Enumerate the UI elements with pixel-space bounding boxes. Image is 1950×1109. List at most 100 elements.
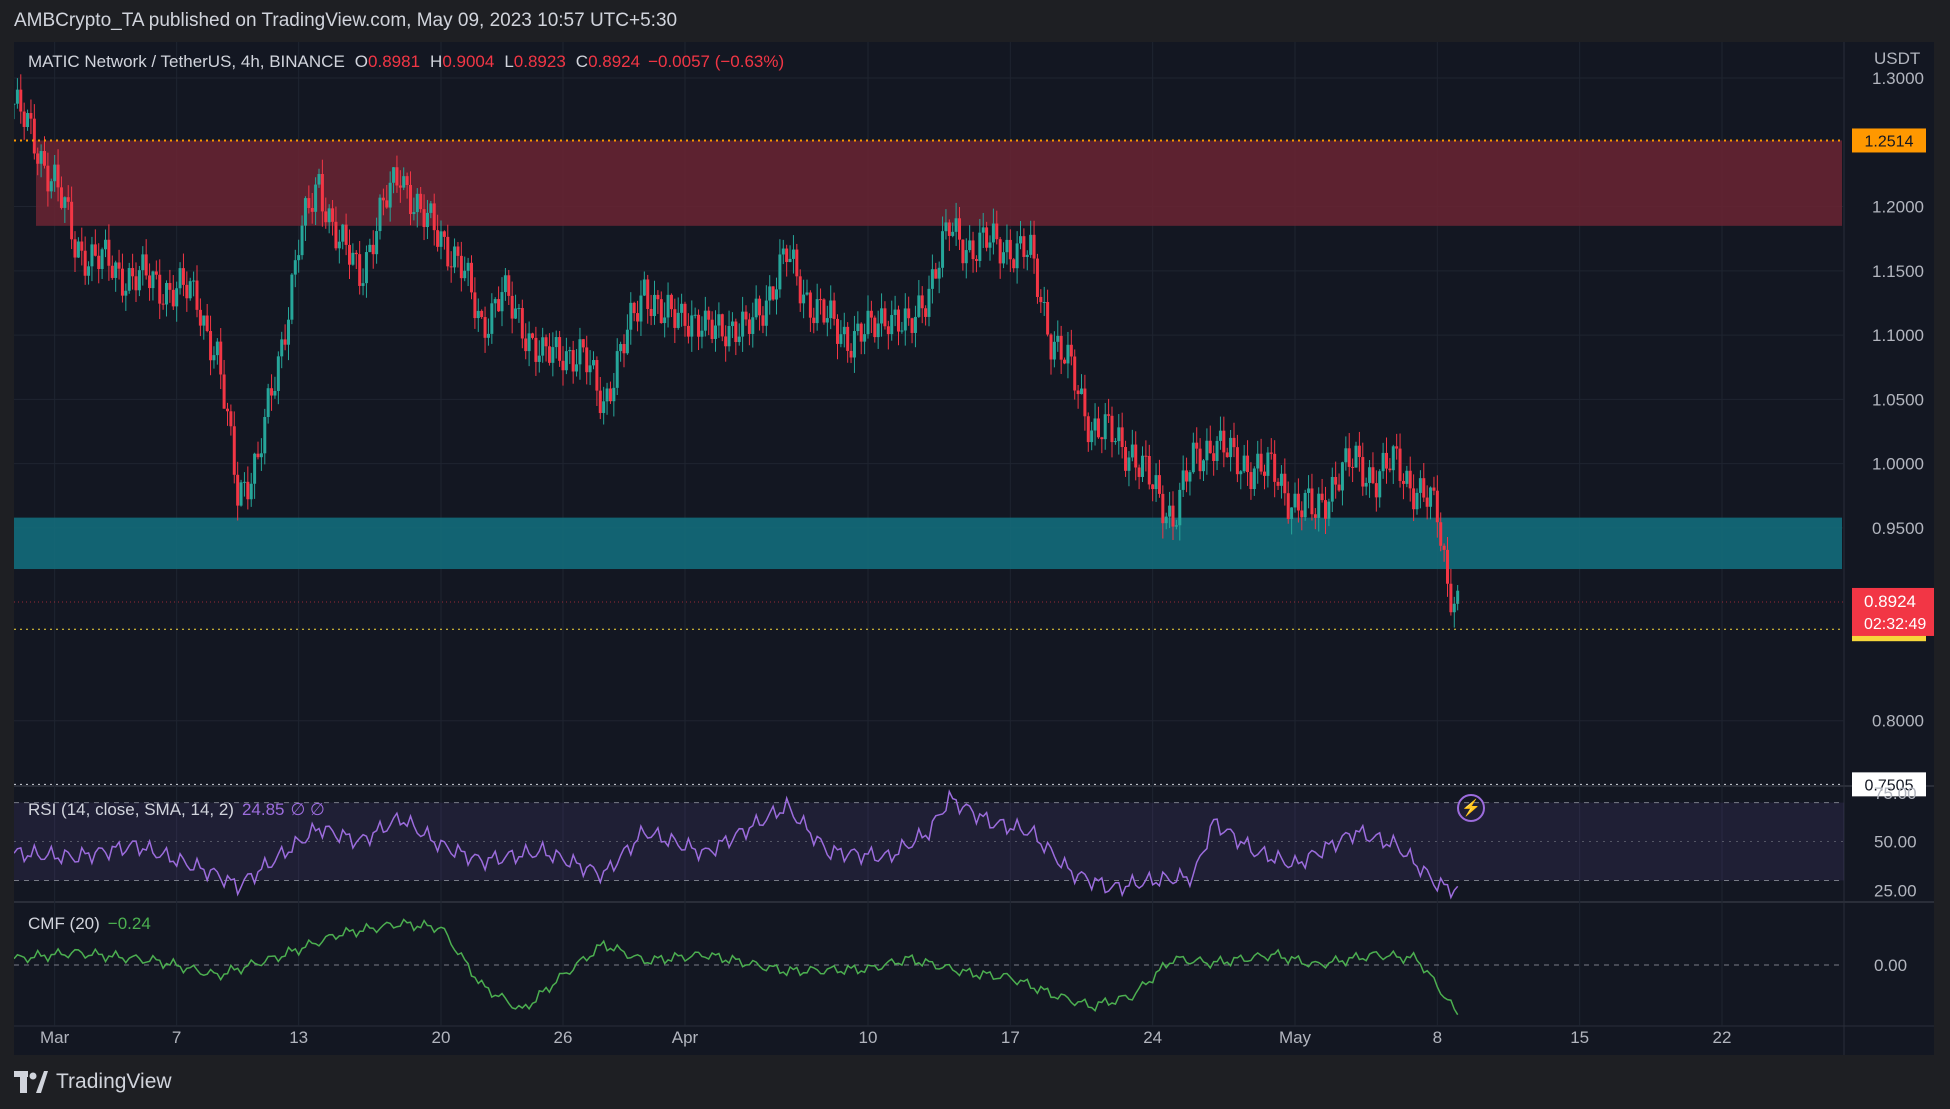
candle-body bbox=[1398, 448, 1402, 481]
last-price-countdown: 02:32:49 bbox=[1864, 616, 1926, 633]
candle-body bbox=[737, 336, 741, 343]
chart-frame[interactable]: Mar 7 13 20 26 Apr 10 17 24 May 8 15 22 1.3000 1.2000 1… bbox=[14, 42, 1934, 1055]
candle-body bbox=[442, 231, 446, 237]
candle-body bbox=[1408, 470, 1412, 489]
candle-body bbox=[622, 344, 626, 354]
candle-body bbox=[307, 198, 311, 208]
candle-body bbox=[842, 326, 846, 335]
y-tick-label: 1.0500 bbox=[1872, 390, 1924, 409]
candle-body bbox=[714, 325, 717, 339]
publisher-line: AMBCrypto_TA published on TradingView.co… bbox=[14, 10, 678, 31]
candle-body bbox=[629, 302, 633, 330]
candle-body bbox=[432, 203, 436, 231]
candle-body bbox=[944, 222, 948, 232]
candle-body bbox=[222, 374, 226, 409]
candle-body bbox=[927, 288, 931, 317]
candle-body bbox=[1080, 388, 1083, 395]
candle-body bbox=[236, 474, 240, 506]
y-axis-unit: USDT bbox=[1874, 49, 1920, 68]
candle-body bbox=[1351, 466, 1355, 468]
candle-body bbox=[1412, 488, 1416, 510]
candle-body bbox=[470, 262, 473, 293]
candle-body bbox=[446, 236, 450, 267]
cmf-legend[interactable]: CMF (20) −0.24 bbox=[28, 914, 151, 934]
candle-body bbox=[971, 240, 975, 260]
candle-body bbox=[531, 333, 534, 338]
candle-body bbox=[503, 275, 507, 293]
candle-body bbox=[97, 255, 101, 269]
candle-body bbox=[625, 329, 629, 354]
candle-body bbox=[788, 258, 792, 263]
candle-body bbox=[14, 103, 16, 105]
main-legend[interactable]: MATIC Network / TetherUS, 4h, BINANCE O0.… bbox=[28, 52, 784, 72]
candle-body bbox=[249, 483, 253, 500]
candle-body bbox=[937, 267, 941, 279]
candle-body bbox=[1276, 481, 1280, 486]
candle-body bbox=[1334, 476, 1338, 485]
candle-body bbox=[869, 310, 873, 318]
footer[interactable]: TradingView bbox=[14, 1070, 172, 1094]
candle-body bbox=[1300, 510, 1304, 518]
candle-body bbox=[598, 390, 602, 414]
candle-body bbox=[483, 317, 487, 338]
candle-body bbox=[1046, 302, 1050, 335]
candle-body bbox=[348, 244, 351, 265]
change-value: −0.0057 (−0.63%) bbox=[648, 52, 785, 71]
candle-body bbox=[1293, 493, 1297, 508]
candle-body bbox=[466, 262, 470, 271]
candle-body bbox=[127, 268, 131, 291]
candle-body bbox=[1283, 473, 1287, 494]
candle-body bbox=[1147, 456, 1151, 485]
candle-body bbox=[524, 338, 528, 352]
candle-body bbox=[246, 481, 250, 500]
candle-body bbox=[771, 286, 775, 300]
candle-body bbox=[107, 239, 111, 266]
candle-body bbox=[778, 254, 782, 290]
chart-svg[interactable]: Mar 7 13 20 26 Apr 10 17 24 May 8 15 22 1.3000 1.2000 1… bbox=[14, 42, 1934, 1055]
candle-body bbox=[913, 316, 917, 333]
y-tick-label: 1.1000 bbox=[1872, 326, 1924, 345]
candle-body bbox=[1317, 493, 1321, 518]
candle-body bbox=[1337, 484, 1341, 491]
candle-body bbox=[656, 294, 660, 300]
candle-body bbox=[310, 207, 314, 212]
candle-body bbox=[1056, 335, 1060, 342]
candle-body bbox=[727, 326, 731, 347]
candle-body bbox=[1429, 487, 1433, 507]
candle-body bbox=[693, 314, 697, 316]
candle-body bbox=[781, 248, 785, 255]
candle-body bbox=[1425, 497, 1429, 507]
candle-body bbox=[1181, 470, 1185, 490]
x-tick-label: 17 bbox=[1001, 1028, 1020, 1047]
candle-body bbox=[87, 266, 91, 276]
lightning-icon[interactable]: ⚡ bbox=[1457, 794, 1485, 822]
y-tick-label: 0.8000 bbox=[1872, 712, 1924, 731]
candle-body bbox=[287, 319, 290, 345]
candle-body bbox=[730, 321, 734, 327]
candle-body bbox=[1090, 430, 1094, 443]
candle-body bbox=[300, 225, 304, 256]
candle-body bbox=[1107, 414, 1111, 416]
candle-body bbox=[1273, 453, 1277, 482]
candle-body bbox=[32, 118, 36, 154]
candle-body bbox=[1266, 452, 1270, 476]
candle-body bbox=[1154, 475, 1158, 490]
candle-body bbox=[215, 341, 219, 356]
candle-body bbox=[619, 344, 623, 352]
candle-body bbox=[615, 351, 619, 388]
candle-body bbox=[137, 270, 141, 291]
candle-body bbox=[358, 254, 362, 286]
rsi-legend[interactable]: RSI (14, close, SMA, 14, 2) 24.85 ∅ ∅ bbox=[28, 800, 325, 820]
candle-body bbox=[1381, 452, 1385, 472]
candle-body bbox=[883, 308, 887, 327]
candle-body bbox=[209, 331, 213, 361]
candle-body bbox=[151, 271, 155, 289]
candle-body bbox=[666, 294, 670, 318]
candle-body bbox=[70, 201, 74, 240]
candle-body bbox=[66, 197, 70, 202]
candle-body bbox=[1205, 440, 1209, 461]
high-label: H bbox=[430, 52, 443, 71]
candle-body bbox=[385, 200, 389, 208]
candle-body bbox=[1039, 296, 1043, 303]
candle-body bbox=[341, 224, 345, 242]
